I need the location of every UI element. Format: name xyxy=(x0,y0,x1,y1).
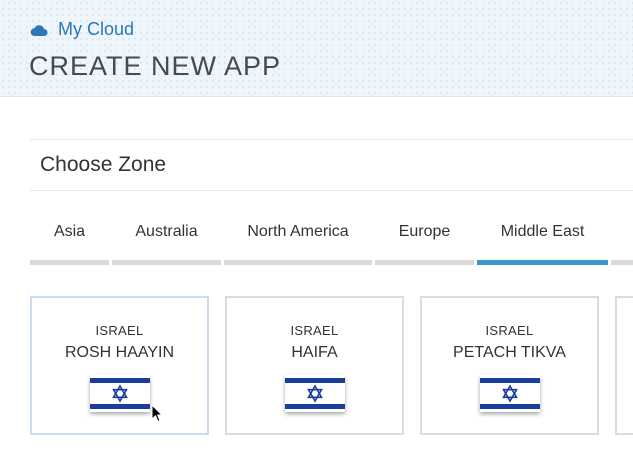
tab-label: North America xyxy=(247,223,349,240)
zone-card-petach-tikva[interactable]: ISRAEL PETACH TIKVA xyxy=(420,296,599,435)
israel-flag-icon xyxy=(90,375,150,412)
tab-more[interactable] xyxy=(611,210,633,266)
breadcrumb[interactable]: My Cloud xyxy=(30,18,134,40)
tab-indicator xyxy=(375,260,474,265)
card-country: ISRAEL xyxy=(290,323,339,338)
tab-label: Asia xyxy=(53,223,86,240)
breadcrumb-my-cloud[interactable]: My Cloud xyxy=(58,18,134,40)
page-header: My Cloud CREATE NEW APP xyxy=(0,0,633,97)
tab-label: Middle East xyxy=(500,223,585,240)
card-country: ISRAEL xyxy=(95,323,144,338)
tab-indicator xyxy=(224,260,372,265)
israel-flag-icon xyxy=(285,375,345,412)
card-city: HAIFA xyxy=(291,344,338,361)
tab-north-america[interactable]: North America xyxy=(224,210,372,266)
card-city: PETACH TIKVA xyxy=(453,344,566,361)
section-divider-bottom xyxy=(30,190,633,191)
israel-flag-icon xyxy=(480,375,540,412)
cloud-icon xyxy=(30,23,48,36)
tab-indicator xyxy=(611,260,633,265)
zone-tabs: Asia Australia North America Europe Midd… xyxy=(30,210,633,266)
tab-asia[interactable]: Asia xyxy=(30,210,109,266)
zone-card-haifa[interactable]: ISRAEL HAIFA xyxy=(225,296,404,435)
tab-indicator xyxy=(30,260,109,265)
tab-label: Europe xyxy=(398,223,451,240)
section-divider-top xyxy=(30,139,633,140)
zone-card-partial[interactable] xyxy=(615,296,633,435)
card-country: ISRAEL xyxy=(485,323,534,338)
section-title: Choose Zone xyxy=(40,153,167,176)
page-title: CREATE NEW APP xyxy=(29,51,282,81)
zone-card-rosh-haayin[interactable]: ISRAEL ROSH HAAYIN xyxy=(30,296,209,435)
tab-australia[interactable]: Australia xyxy=(112,210,221,266)
tab-indicator xyxy=(112,260,221,265)
card-city: ROSH HAAYIN xyxy=(64,344,175,361)
tab-indicator xyxy=(477,260,608,265)
tab-middle-east[interactable]: Middle East xyxy=(477,210,608,266)
tab-label: Australia xyxy=(135,223,198,240)
tab-europe[interactable]: Europe xyxy=(375,210,474,266)
